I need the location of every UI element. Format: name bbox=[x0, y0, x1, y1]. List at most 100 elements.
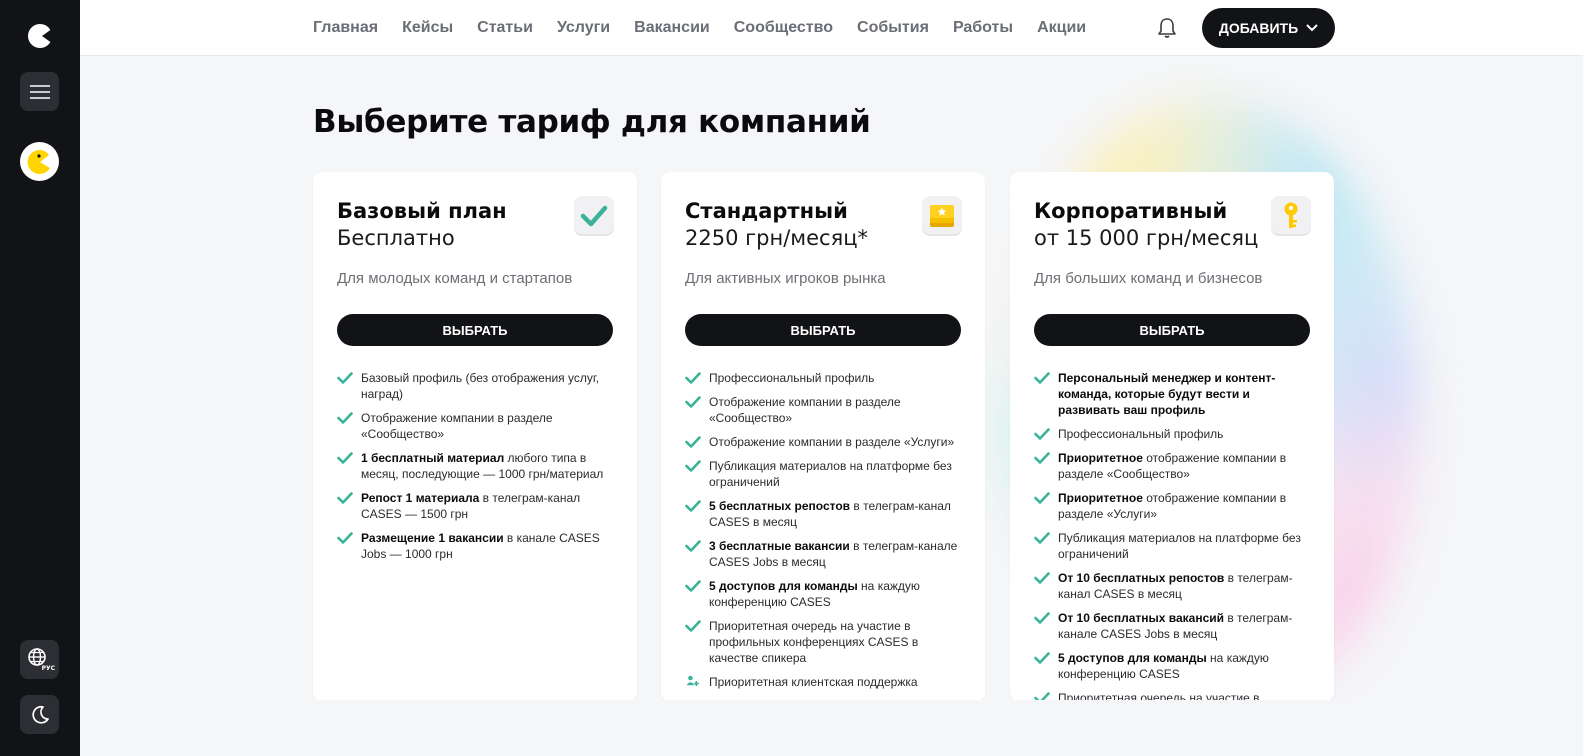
feature-highlight: Приоритетное bbox=[1058, 491, 1143, 505]
support-plus-icon bbox=[686, 675, 699, 687]
nav-item-home[interactable]: Главная bbox=[313, 19, 378, 37]
feature-item: Профессиональный профиль bbox=[1034, 426, 1314, 442]
check-icon bbox=[1034, 452, 1050, 464]
plan-price: 2250 грн/месяц* bbox=[685, 226, 869, 250]
feature-list: Профессиональный профиль Отображение комп… bbox=[685, 370, 965, 698]
feature-text: Профессиональный профиль bbox=[1058, 427, 1224, 441]
check-icon bbox=[1034, 612, 1050, 624]
cases-logo-icon[interactable] bbox=[26, 22, 54, 50]
feature-list: Персональный менеджер и контент-команда,… bbox=[1034, 370, 1314, 702]
feature-highlight: 5 бесплатных репостов bbox=[709, 499, 851, 513]
feature-item: От 10 бесплатных репостов в телеграм-кан… bbox=[1034, 570, 1314, 602]
plan-name: Базовый план bbox=[337, 199, 507, 223]
feature-item: 5 доступов для команды на каждую конфере… bbox=[685, 578, 965, 610]
check-icon bbox=[685, 396, 701, 408]
nav-item-articles[interactable]: Статьи bbox=[477, 19, 533, 37]
check-icon bbox=[1034, 532, 1050, 544]
feature-text: Профессиональный профиль bbox=[709, 371, 875, 385]
check-icon bbox=[685, 436, 701, 448]
feature-item: Базовый профиль (без отображения услуг, … bbox=[337, 370, 617, 402]
plan-price: от 15 000 грн/месяц bbox=[1034, 226, 1259, 250]
feature-text: Отображение компании в разделе «Сообщест… bbox=[361, 411, 553, 441]
feature-item: Приоритетная очередь на участие в профил… bbox=[685, 618, 965, 666]
feature-item: Приоритетная клиентская поддержка bbox=[685, 674, 965, 690]
feature-list: Базовый профиль (без отображения услуг, … bbox=[337, 370, 617, 570]
check-icon bbox=[685, 620, 701, 632]
check-icon bbox=[685, 540, 701, 552]
feature-item: Приоритетное отображение компании в разд… bbox=[1034, 490, 1314, 522]
moon-icon[interactable] bbox=[20, 695, 59, 734]
select-plan-button[interactable]: ВЫБРАТЬ bbox=[1034, 314, 1310, 346]
plan-card-basic: Базовый план Бесплатно Для молодых коман… bbox=[313, 172, 637, 702]
check-icon bbox=[1034, 372, 1050, 384]
check-icon bbox=[685, 460, 701, 472]
check-icon bbox=[1034, 572, 1050, 584]
feature-item: 3 бесплатные вакансии в телеграм-канале … bbox=[685, 538, 965, 570]
feature-item: 5 бесплатных репостов в телеграм-канал C… bbox=[685, 498, 965, 530]
feature-highlight: 5 доступов для команды bbox=[1058, 651, 1207, 665]
main-nav: Главная Кейсы Статьи Услуги Вакансии Соо… bbox=[313, 0, 1086, 56]
select-plan-button[interactable]: ВЫБРАТЬ bbox=[685, 314, 961, 346]
feature-text: Приоритетная клиентская поддержка bbox=[709, 675, 918, 689]
nav-item-community[interactable]: Сообщество bbox=[734, 19, 833, 37]
feature-item: Публикация материалов на платформе без о… bbox=[1034, 530, 1314, 562]
feature-text: Базовый профиль (без отображения услуг, … bbox=[361, 371, 600, 401]
key-icon bbox=[1271, 196, 1311, 236]
plan-description: Для больших команд и бизнесов bbox=[1034, 270, 1263, 287]
check-icon bbox=[685, 500, 701, 512]
feature-item: Профессиональный профиль bbox=[685, 370, 965, 386]
feature-item: Публикация материалов на платформе без о… bbox=[685, 458, 965, 490]
feature-text: Публикация материалов на платформе без о… bbox=[1058, 531, 1301, 561]
feature-text: Приоритетная очередь на участие в профил… bbox=[709, 619, 919, 665]
check-icon bbox=[1034, 428, 1050, 440]
bell-icon[interactable] bbox=[1157, 17, 1177, 39]
feature-highlight: 5 доступов для команды bbox=[709, 579, 858, 593]
language-switch[interactable]: РУС bbox=[20, 640, 59, 679]
chevron-down-icon bbox=[1306, 24, 1318, 32]
feature-highlight: Репост 1 материала bbox=[361, 491, 480, 505]
nav-item-works[interactable]: Работы bbox=[953, 19, 1013, 37]
plan-description: Для молодых команд и стартапов bbox=[337, 270, 573, 287]
feature-highlight: 3 бесплатные вакансии bbox=[709, 539, 850, 553]
plan-price: Бесплатно bbox=[337, 226, 455, 250]
check-icon bbox=[337, 412, 353, 424]
plan-description: Для активных игроков рынка bbox=[685, 270, 886, 287]
feature-item: 5 доступов для команды на каждую конфере… bbox=[1034, 650, 1314, 682]
plan-name: Стандартный bbox=[685, 199, 848, 223]
check-icon bbox=[337, 452, 353, 464]
page-background bbox=[80, 700, 1583, 756]
feature-highlight: Персональный менеджер и контент-команда,… bbox=[1058, 371, 1276, 417]
nav-item-vacancies[interactable]: Вакансии bbox=[634, 19, 710, 37]
check-icon bbox=[337, 372, 353, 384]
feature-highlight: 1 бесплатный материал bbox=[361, 451, 505, 465]
check-icon bbox=[685, 372, 701, 384]
hamburger-icon[interactable] bbox=[20, 72, 59, 111]
feature-text: Отображение компании в разделе «Сообщест… bbox=[709, 395, 901, 425]
feature-item: Отображение компании в разделе «Сообщест… bbox=[337, 410, 617, 442]
add-button[interactable]: ДОБАВИТЬ bbox=[1202, 8, 1335, 48]
plan-card-standard: Стандартный 2250 грн/месяц* Для активных… bbox=[661, 172, 985, 702]
feature-highlight: Размещение 1 вакансии bbox=[361, 531, 504, 545]
add-button-label: ДОБАВИТЬ bbox=[1218, 20, 1299, 36]
feature-item: Размещение 1 вакансии в канале CASES Job… bbox=[337, 530, 617, 562]
check-icon bbox=[337, 492, 353, 504]
feature-item: Репост 1 материала в телеграм-канал CASE… bbox=[337, 490, 617, 522]
nav-item-services[interactable]: Услуги bbox=[557, 19, 610, 37]
pacman-avatar-icon[interactable] bbox=[20, 142, 59, 181]
language-label: РУС bbox=[41, 665, 55, 672]
plan-card-corporate: Корпоративный от 15 000 грн/месяц Для бо… bbox=[1010, 172, 1334, 702]
nav-item-promos[interactable]: Акции bbox=[1037, 19, 1086, 37]
nav-item-events[interactable]: События bbox=[857, 19, 929, 37]
feature-highlight: Приоритетное bbox=[1058, 451, 1143, 465]
select-plan-button[interactable]: ВЫБРАТЬ bbox=[337, 314, 613, 346]
feature-item: Персональный менеджер и контент-команда,… bbox=[1034, 370, 1314, 418]
check-icon bbox=[337, 532, 353, 544]
feature-item: Отображение компании в разделе «Сообщест… bbox=[685, 394, 965, 426]
feature-item: От 10 бесплатных вакансий в телеграм-кан… bbox=[1034, 610, 1314, 642]
feature-item: 1 бесплатный материал любого типа в меся… bbox=[337, 450, 617, 482]
check-icon bbox=[685, 580, 701, 592]
nav-item-cases[interactable]: Кейсы bbox=[402, 19, 453, 37]
feature-highlight: От 10 бесплатных репостов bbox=[1058, 571, 1225, 585]
check-icon bbox=[1034, 492, 1050, 504]
check-icon bbox=[1034, 652, 1050, 664]
